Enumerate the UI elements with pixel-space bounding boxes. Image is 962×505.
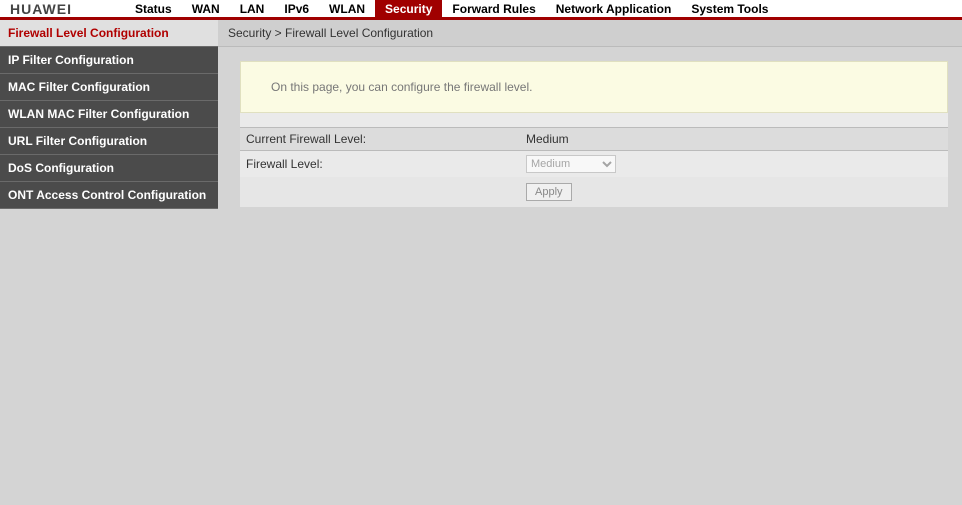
row-current-firewall-level: Current Firewall Level: Medium [240,128,948,151]
sidebar-item-dos[interactable]: DoS Configuration [0,155,218,182]
select-firewall-level[interactable]: Medium [526,155,616,173]
sidebar-item-url-filter[interactable]: URL Filter Configuration [0,128,218,155]
nav-status[interactable]: Status [125,0,182,19]
label-firewall-level: Firewall Level: [240,151,520,178]
top-nav: Status WAN LAN IPv6 WLAN Security Forwar… [125,0,778,19]
sidebar-item-mac-filter[interactable]: MAC Filter Configuration [0,74,218,101]
sidebar-item-wlan-mac-filter[interactable]: WLAN MAC Filter Configuration [0,101,218,128]
value-current-firewall-level: Medium [520,128,948,151]
sidebar-item-ont-access-control[interactable]: ONT Access Control Configuration [0,182,218,209]
row-firewall-level: Firewall Level: Medium [240,151,948,178]
nav-lan[interactable]: LAN [230,0,275,19]
nav-ipv6[interactable]: IPv6 [274,0,319,19]
nav-system-tools[interactable]: System Tools [681,0,778,19]
apply-button[interactable]: Apply [526,183,572,201]
info-box: On this page, you can configure the fire… [240,61,948,113]
row-apply: Apply [240,177,948,207]
config-table: Current Firewall Level: Medium Firewall … [240,127,948,207]
nav-forward-rules[interactable]: Forward Rules [442,0,545,19]
nav-wan[interactable]: WAN [182,0,230,19]
sidebar-item-firewall-level[interactable]: Firewall Level Configuration [0,20,218,47]
sidebar-item-ip-filter[interactable]: IP Filter Configuration [0,47,218,74]
label-current-firewall-level: Current Firewall Level: [240,128,520,151]
nav-network-application[interactable]: Network Application [546,0,682,19]
brand-logo: HUAWEI [0,1,125,17]
nav-security[interactable]: Security [375,0,442,19]
nav-wlan[interactable]: WLAN [319,0,375,19]
config-panel: On this page, you can configure the fire… [240,61,948,207]
breadcrumb: Security > Firewall Level Configuration [218,20,962,47]
sidebar: Firewall Level Configuration IP Filter C… [0,20,218,502]
